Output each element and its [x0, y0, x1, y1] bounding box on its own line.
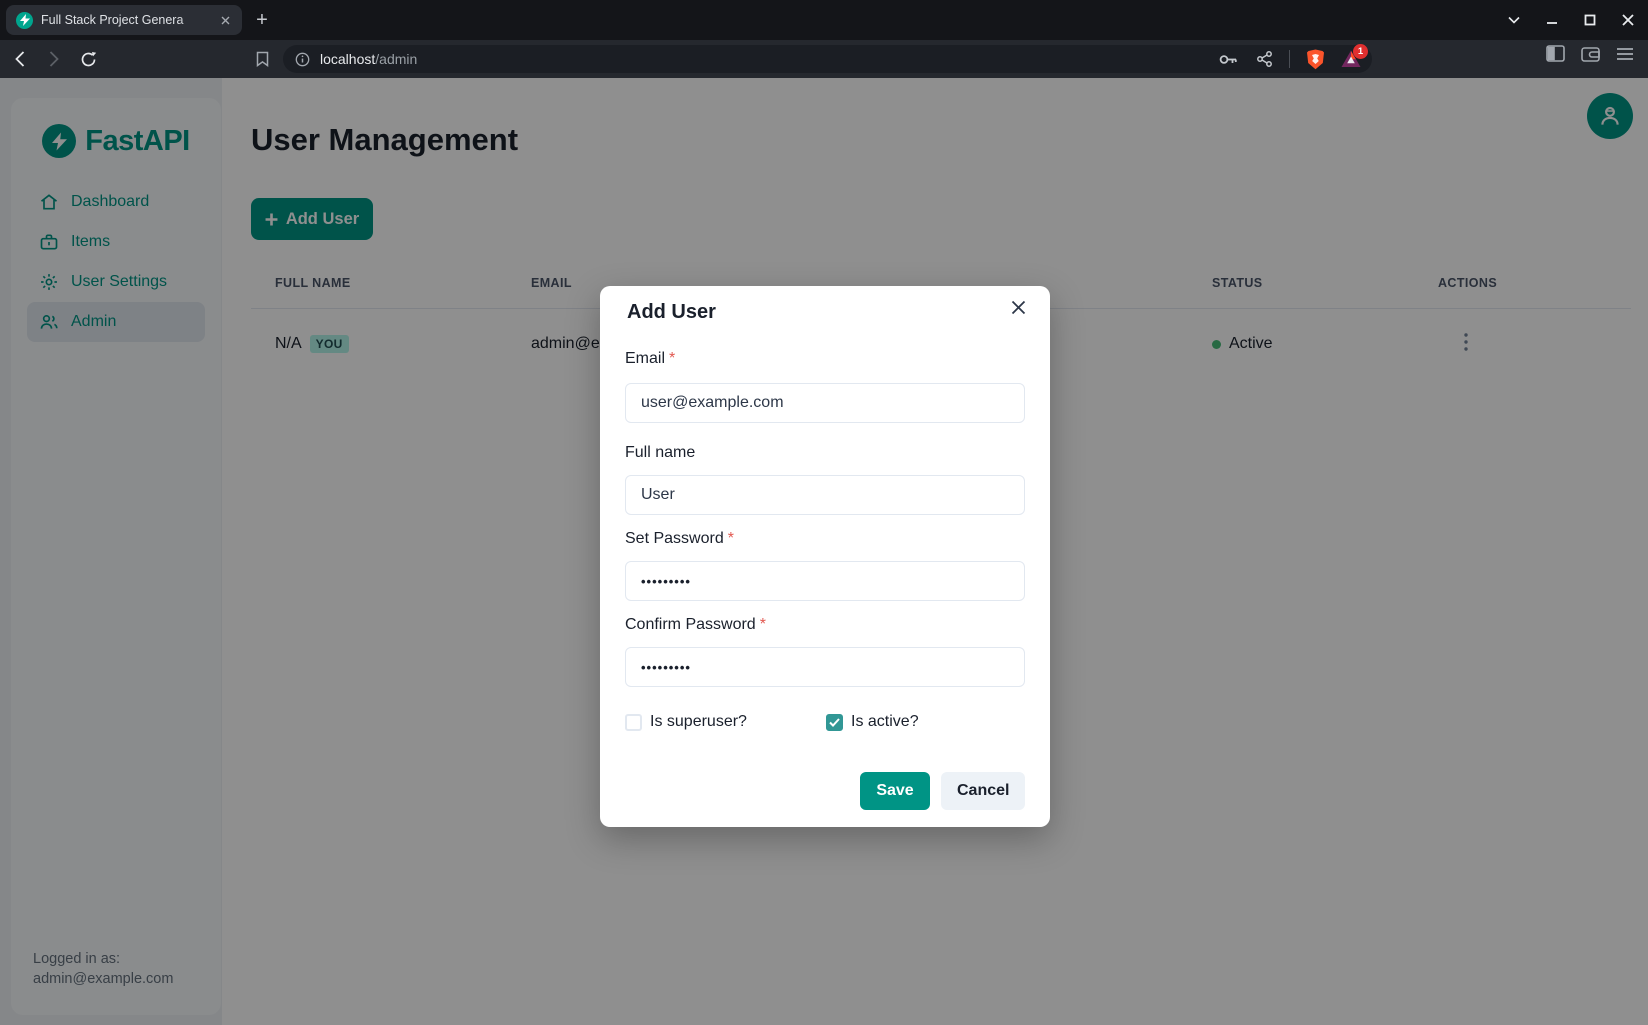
is-active-checkbox[interactable]: Is active? — [826, 713, 919, 731]
reload-button[interactable] — [74, 45, 102, 73]
checkbox-checked-icon — [826, 714, 843, 731]
new-tab-button[interactable]: + — [250, 8, 274, 32]
toolbar-divider — [1289, 50, 1290, 68]
sidebar-panel-icon[interactable] — [1546, 45, 1565, 62]
modal-actions: Save Cancel — [600, 772, 1025, 810]
toolbar-right-icons — [1546, 45, 1634, 62]
brave-rewards-icon[interactable]: 1 — [1340, 48, 1362, 70]
required-mark: * — [669, 350, 675, 367]
window-controls — [1502, 0, 1640, 40]
save-button[interactable]: Save — [860, 772, 930, 810]
full-name-field[interactable] — [625, 475, 1025, 515]
url-text: localhost/admin — [320, 51, 417, 67]
browser-tab[interactable]: Full Stack Project Genera — [6, 5, 242, 35]
url-path: /admin — [375, 51, 417, 67]
key-icon[interactable] — [1217, 48, 1239, 70]
bookmark-icon[interactable] — [250, 47, 274, 71]
set-password-field[interactable] — [625, 561, 1025, 601]
cancel-button[interactable]: Cancel — [941, 772, 1025, 810]
confirm-password-label: Confirm Password* — [625, 616, 766, 634]
set-password-label: Set Password* — [625, 530, 734, 548]
checkbox-unchecked-icon — [625, 714, 642, 731]
confirm-password-field[interactable] — [625, 647, 1025, 687]
tab-close-icon[interactable] — [216, 11, 234, 29]
required-mark: * — [760, 616, 766, 633]
modal-close-icon[interactable] — [1001, 290, 1035, 324]
url-host: localhost — [320, 51, 375, 67]
brave-shield-icon[interactable] — [1304, 48, 1326, 70]
email-label: Email* — [625, 350, 675, 368]
menu-hamburger-icon[interactable] — [1616, 47, 1634, 61]
modal-title: Add User — [627, 301, 716, 324]
tab-title: Full Stack Project Genera — [41, 13, 209, 27]
forward-button[interactable] — [40, 45, 68, 73]
full-name-label: Full name — [625, 444, 695, 462]
minimize-button[interactable] — [1540, 8, 1564, 32]
page-viewport: FastAPI Dashboard Items User Settings — [0, 78, 1648, 1025]
is-superuser-label: Is superuser? — [650, 713, 747, 731]
back-button[interactable] — [6, 45, 34, 73]
maximize-button[interactable] — [1578, 8, 1602, 32]
is-active-label: Is active? — [851, 713, 919, 731]
wallet-icon[interactable] — [1581, 46, 1600, 62]
required-mark: * — [728, 530, 734, 547]
email-field[interactable] — [625, 383, 1025, 423]
site-info-icon[interactable] — [295, 52, 310, 67]
url-bar[interactable]: localhost/admin 1 — [283, 45, 1372, 73]
fastapi-favicon-icon — [16, 12, 33, 29]
tab-search-chevron-icon[interactable] — [1502, 8, 1526, 32]
browser-tabstrip: Full Stack Project Genera + — [0, 0, 1648, 40]
add-user-modal: Add User Email* Full name Set Password* … — [600, 286, 1050, 827]
checkbox-row: Is superuser? Is active? — [625, 713, 1025, 733]
share-icon[interactable] — [1253, 48, 1275, 70]
is-superuser-checkbox[interactable]: Is superuser? — [625, 713, 747, 731]
rewards-badge: 1 — [1353, 44, 1368, 59]
close-window-button[interactable] — [1616, 8, 1640, 32]
